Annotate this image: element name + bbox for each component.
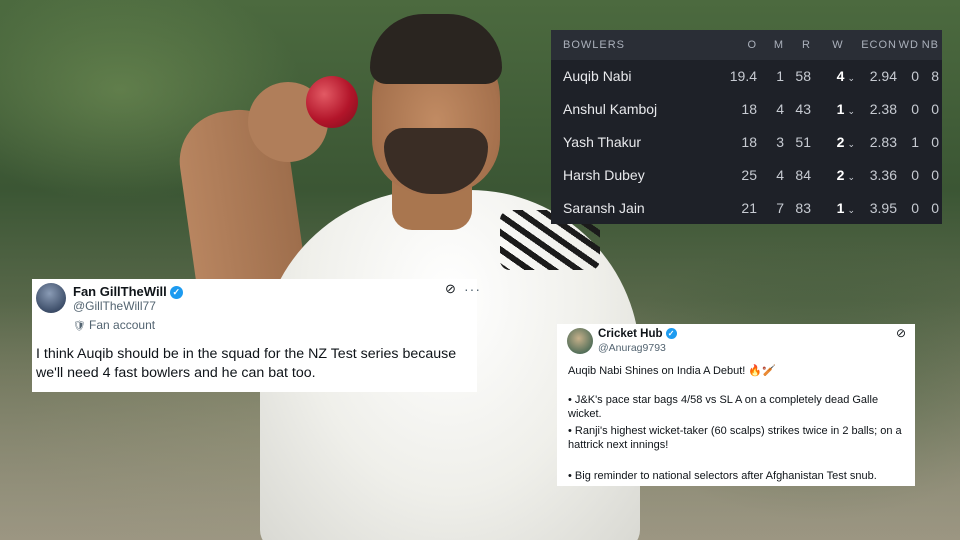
noballs: 0 bbox=[931, 101, 939, 118]
author-handle[interactable]: @GillTheWill77 bbox=[73, 299, 156, 313]
bowler-row: Saransh Jain 21 7 83 1 ⌄ 3.95 0 0 bbox=[551, 191, 942, 224]
player-hair bbox=[370, 14, 502, 84]
col-econ: ECON bbox=[861, 39, 897, 51]
col-maidens: M bbox=[773, 39, 784, 51]
maidens: 4 bbox=[776, 166, 784, 183]
wides: 1 bbox=[911, 133, 919, 150]
bowler-row: Auqib Nabi 19.4 1 58 4 ⌄ 2.94 0 8 bbox=[551, 60, 942, 93]
col-wickets: W bbox=[832, 39, 844, 51]
chevron-down-icon: ⌄ bbox=[847, 106, 855, 117]
more-options-icon[interactable]: ··· bbox=[464, 281, 481, 297]
overs: 19.4 bbox=[729, 68, 757, 85]
overs: 25 bbox=[741, 166, 757, 183]
bowler-row: Harsh Dubey 25 4 84 2 ⌄ 3.36 0 0 bbox=[551, 158, 942, 191]
chevron-down-icon: ⌄ bbox=[847, 138, 855, 149]
economy: 2.94 bbox=[869, 68, 897, 85]
runs: 43 bbox=[795, 101, 811, 118]
bowler-name[interactable]: Saransh Jain bbox=[551, 200, 721, 216]
bowler-name[interactable]: Harsh Dubey bbox=[551, 167, 721, 183]
wickets-dropdown[interactable]: 1 ⌄ bbox=[811, 200, 855, 216]
bowler-name[interactable]: Anshul Kamboj bbox=[551, 101, 721, 117]
chevron-down-icon: ⌄ bbox=[847, 73, 855, 84]
wickets: 2 bbox=[836, 166, 845, 183]
overs: 21 bbox=[741, 199, 757, 216]
author-name-text: Fan GillTheWill bbox=[73, 284, 167, 299]
verified-badge-icon: ✓ bbox=[169, 286, 183, 300]
wickets: 4 bbox=[836, 68, 845, 85]
noballs: 0 bbox=[931, 199, 939, 216]
maidens: 3 bbox=[776, 133, 784, 150]
runs: 83 bbox=[795, 199, 811, 216]
tweet-card-cricket-hub[interactable]: Cricket Hub ✓ @Anurag9793 ⊘ Auqib Nabi Sh… bbox=[557, 324, 915, 486]
fan-account-text: Fan account bbox=[89, 318, 156, 332]
chevron-down-icon: ⌄ bbox=[847, 204, 855, 215]
bowler-row: Yash Thakur 18 3 51 2 ⌄ 2.83 1 0 bbox=[551, 126, 942, 159]
wickets-dropdown[interactable]: 2 ⌄ bbox=[811, 167, 855, 183]
tweet-line: • Big reminder to national selectors aft… bbox=[568, 470, 877, 482]
maidens: 1 bbox=[776, 68, 784, 85]
author-handle[interactable]: @Anurag9793 bbox=[598, 342, 666, 354]
overs: 18 bbox=[741, 101, 757, 118]
economy: 2.38 bbox=[869, 101, 897, 118]
wides: 0 bbox=[911, 68, 919, 85]
tweet-line: Auqib Nabi Shines on India A Debut! 🔥🏏 bbox=[568, 365, 776, 377]
runs: 58 bbox=[795, 68, 811, 85]
wickets-dropdown[interactable]: 4 ⌄ bbox=[811, 68, 855, 84]
bowling-scorecard: BOWLERS O M R W ECON WD NB Auqib Nabi 19… bbox=[551, 30, 942, 224]
col-overs: O bbox=[747, 39, 757, 51]
verified-badge-icon: ✓ bbox=[665, 328, 677, 340]
author-name-text: Cricket Hub bbox=[598, 328, 663, 340]
runs: 84 bbox=[795, 166, 811, 183]
col-noballs: NB bbox=[921, 39, 939, 51]
tweet-line: • Ranji's highest wicket-taker (60 scalp… bbox=[568, 425, 902, 451]
chevron-down-icon: ⌄ bbox=[847, 171, 855, 182]
bowler-name[interactable]: Auqib Nabi bbox=[551, 68, 721, 84]
wickets-dropdown[interactable]: 1 ⌄ bbox=[811, 101, 855, 117]
wickets: 2 bbox=[836, 133, 845, 150]
avatar[interactable] bbox=[567, 328, 593, 354]
runs: 51 bbox=[795, 133, 811, 150]
bowler-name[interactable]: Yash Thakur bbox=[551, 134, 721, 150]
author-name[interactable]: Cricket Hub ✓ bbox=[598, 328, 677, 340]
noballs: 0 bbox=[931, 133, 939, 150]
tweet-card-fan[interactable]: Fan GillTheWill ✓ @GillTheWill77 🛡 Fan ac… bbox=[32, 279, 480, 392]
maidens: 7 bbox=[776, 199, 784, 216]
wides: 0 bbox=[911, 101, 919, 118]
col-runs: R bbox=[802, 39, 811, 51]
wickets: 1 bbox=[836, 199, 845, 216]
cricket-ball bbox=[306, 76, 358, 128]
grok-icon[interactable]: ⊘ bbox=[896, 326, 906, 340]
grok-icon[interactable]: ⊘ bbox=[445, 281, 456, 297]
wides: 0 bbox=[911, 199, 919, 216]
economy: 3.36 bbox=[869, 166, 897, 183]
noballs: 0 bbox=[931, 166, 939, 183]
col-bowlers: BOWLERS bbox=[563, 39, 626, 51]
author-name[interactable]: Fan GillTheWill ✓ bbox=[73, 284, 183, 300]
wides: 0 bbox=[911, 166, 919, 183]
economy: 2.83 bbox=[869, 133, 897, 150]
avatar[interactable] bbox=[36, 283, 66, 313]
wickets: 1 bbox=[836, 101, 845, 118]
overs: 18 bbox=[741, 133, 757, 150]
economy: 3.95 bbox=[869, 199, 897, 216]
shield-icon: 🛡 bbox=[73, 321, 86, 332]
noballs: 8 bbox=[931, 68, 939, 85]
bowler-row: Anshul Kamboj 18 4 43 1 ⌄ 2.38 0 0 bbox=[551, 93, 942, 126]
tweet-line: • J&K's pace star bags 4/58 vs SL A on a… bbox=[568, 394, 879, 420]
scorecard-header: BOWLERS O M R W ECON WD NB bbox=[551, 30, 942, 60]
fan-account-label: 🛡 Fan account bbox=[73, 318, 155, 332]
tweet-text: I think Auqib should be in the squad for… bbox=[36, 346, 457, 381]
maidens: 4 bbox=[776, 101, 784, 118]
col-wides: WD bbox=[898, 39, 919, 51]
wickets-dropdown[interactable]: 2 ⌄ bbox=[811, 134, 855, 150]
